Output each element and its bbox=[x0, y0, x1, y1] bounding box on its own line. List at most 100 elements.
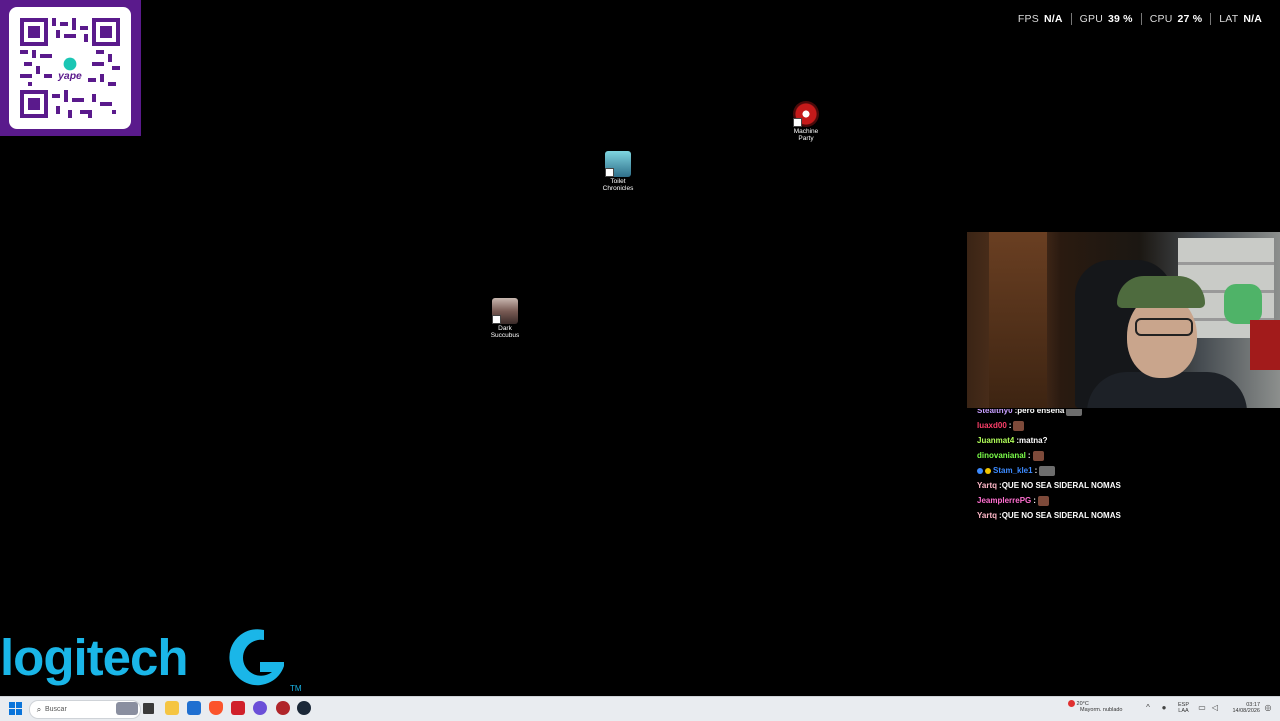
language-line2: LAA bbox=[1178, 708, 1189, 714]
chat-message: Stealthy0 : pero enseña bbox=[977, 406, 1277, 418]
chat-text: matna? bbox=[1019, 436, 1048, 445]
shortcut-arrow-icon bbox=[492, 315, 501, 324]
qr-overlay: yape bbox=[0, 0, 141, 136]
steam-icon[interactable] bbox=[297, 701, 311, 715]
chat-message: Yartq : QUE NO SEA SIDERAL NOMAS bbox=[977, 478, 1277, 493]
toilet-chronicles-icon bbox=[605, 151, 631, 177]
qr-code-icon: yape bbox=[20, 18, 120, 118]
chat-overlay: Stealthy0 : pero enseña luaxd00 : Juanma… bbox=[977, 403, 1277, 523]
desktop-icon-label: Toilet bbox=[610, 178, 626, 185]
chat-emote-icon bbox=[1039, 465, 1056, 476]
cpu-readout: CPU 27 % bbox=[1140, 13, 1211, 25]
fps-value: N/A bbox=[1043, 13, 1063, 25]
logitech-g-icon bbox=[229, 629, 284, 686]
chat-username: luaxd00 bbox=[977, 421, 1007, 430]
chat-separator: : bbox=[1027, 451, 1031, 460]
gpu-readout: GPU 39 % bbox=[1070, 13, 1141, 25]
gpu-value: 39 % bbox=[1107, 13, 1133, 25]
clock-date: 14/08/2026 bbox=[1232, 708, 1260, 714]
search-icon: ⌕ bbox=[36, 704, 42, 714]
task-view-icon[interactable] bbox=[143, 703, 154, 714]
desktop-icon-toilet-chronicles[interactable]: Toilet Chronicles bbox=[592, 151, 644, 192]
chat-separator: : bbox=[1033, 496, 1036, 505]
fps-readout: FPS N/A bbox=[1010, 13, 1071, 25]
svg-text:yape: yape bbox=[57, 71, 82, 82]
chevron-up-icon[interactable]: ^ bbox=[1144, 704, 1152, 712]
chat-username: Juanmat4 bbox=[977, 436, 1015, 445]
chat-emote-icon bbox=[1037, 495, 1049, 506]
chat-separator: : bbox=[1008, 421, 1012, 430]
shortcut-arrow-icon bbox=[605, 168, 614, 177]
store-icon[interactable] bbox=[187, 701, 201, 715]
media-app-icon[interactable] bbox=[231, 701, 245, 715]
taskbar: ⌕ Buscar 20°C Mayorm. nublado ^ ● ESP LA… bbox=[0, 696, 1280, 721]
performance-overlay: FPS N/A GPU 39 % CPU 27 % LAT N/A bbox=[1010, 12, 1270, 26]
notification-icon[interactable]: ◎ bbox=[1264, 704, 1272, 712]
qr-card: yape bbox=[9, 7, 131, 129]
chat-username: Stealthy0 bbox=[977, 406, 1013, 415]
search-highlight-icon bbox=[116, 702, 138, 715]
chat-username: dinovanianal bbox=[977, 451, 1026, 460]
desktop-icon-machine-party[interactable]: Machine Party bbox=[780, 101, 832, 142]
fps-label: FPS bbox=[1017, 13, 1039, 25]
webcam-bg-door bbox=[989, 232, 1047, 408]
chat-badge-icon bbox=[985, 467, 991, 474]
windows-start-icon[interactable] bbox=[9, 702, 22, 715]
volume-icon[interactable]: ◁ bbox=[1211, 704, 1219, 712]
logitech-logo: logitech TM bbox=[0, 618, 310, 698]
desktop-icon-label: Party bbox=[798, 135, 814, 142]
chat-username: JeamplerrePG bbox=[977, 496, 1032, 505]
chat-emote-icon bbox=[1066, 409, 1083, 416]
chat-message: dinovanianal : bbox=[977, 448, 1277, 463]
file-explorer-icon[interactable] bbox=[165, 701, 179, 715]
logitech-tm: TM bbox=[290, 684, 302, 693]
discord-icon[interactable] bbox=[253, 701, 267, 715]
weather-alert-icon bbox=[1068, 700, 1075, 707]
webcam-bg-plush bbox=[1224, 284, 1262, 324]
network-icon[interactable]: ▭ bbox=[1198, 704, 1206, 712]
latency-readout: LAT N/A bbox=[1210, 13, 1270, 25]
language-indicator[interactable]: ESP LAA bbox=[1178, 702, 1189, 714]
taskbar-search-box[interactable]: ⌕ Buscar bbox=[29, 700, 141, 719]
cpu-label: CPU bbox=[1149, 13, 1173, 25]
chat-message: Stam_kle1 : bbox=[977, 463, 1277, 478]
chat-username: Stam_kle1 bbox=[993, 466, 1033, 475]
desktop-icon-label: Machine bbox=[793, 128, 819, 135]
chat-message: Yartq : QUE NO SEA SIDERAL NOMAS bbox=[977, 508, 1277, 523]
webcam-feed bbox=[967, 232, 1280, 408]
search-placeholder: Buscar bbox=[45, 706, 67, 713]
chat-emote-icon bbox=[1013, 420, 1025, 431]
shortcut-arrow-icon bbox=[793, 118, 802, 127]
clock[interactable]: 03:17 14/08/2026 bbox=[1226, 702, 1260, 714]
webcam-bg-chair-red bbox=[1250, 320, 1280, 370]
dark-succubus-icon bbox=[492, 298, 518, 324]
chat-text: QUE NO SEA SIDERAL NOMAS bbox=[1001, 511, 1121, 520]
latency-label: LAT bbox=[1219, 13, 1239, 25]
desktop-icon-dark-succubus[interactable]: Dark Succubus bbox=[479, 298, 531, 339]
machine-party-icon bbox=[793, 101, 819, 127]
cpu-value: 27 % bbox=[1177, 13, 1203, 25]
microphone-icon[interactable]: ● bbox=[1160, 704, 1168, 712]
game-app-icon[interactable] bbox=[276, 701, 290, 715]
chat-message: Juanmat4 : matna? bbox=[977, 433, 1277, 448]
chat-badge-icon bbox=[977, 467, 983, 474]
desktop-icon-label: Chronicles bbox=[602, 185, 634, 192]
chat-username: Yartq bbox=[977, 511, 998, 520]
chat-text: QUE NO SEA SIDERAL NOMAS bbox=[1001, 481, 1121, 490]
desktop-icon-label: Succubus bbox=[490, 332, 520, 339]
brave-browser-icon[interactable] bbox=[209, 701, 223, 715]
chat-emote-icon bbox=[1032, 450, 1044, 461]
webcam-person-cap bbox=[1117, 276, 1205, 308]
chat-message: luaxd00 : bbox=[977, 418, 1277, 433]
chat-text: pero enseña bbox=[1017, 406, 1065, 415]
weather-widget[interactable]: 20°C Mayorm. nublado bbox=[1068, 700, 1123, 713]
chat-separator: : bbox=[1034, 466, 1038, 475]
webcam-person-glasses bbox=[1135, 318, 1193, 336]
desktop-icon-label: Dark bbox=[498, 325, 512, 332]
gpu-label: GPU bbox=[1079, 13, 1103, 25]
chat-username: Yartq bbox=[977, 481, 998, 490]
chat-message: JeamplerrePG : bbox=[977, 493, 1277, 508]
latency-value: N/A bbox=[1243, 13, 1262, 25]
logitech-wordmark: logitech bbox=[0, 629, 189, 686]
weather-desc: Mayorm. nublado bbox=[1080, 707, 1123, 713]
